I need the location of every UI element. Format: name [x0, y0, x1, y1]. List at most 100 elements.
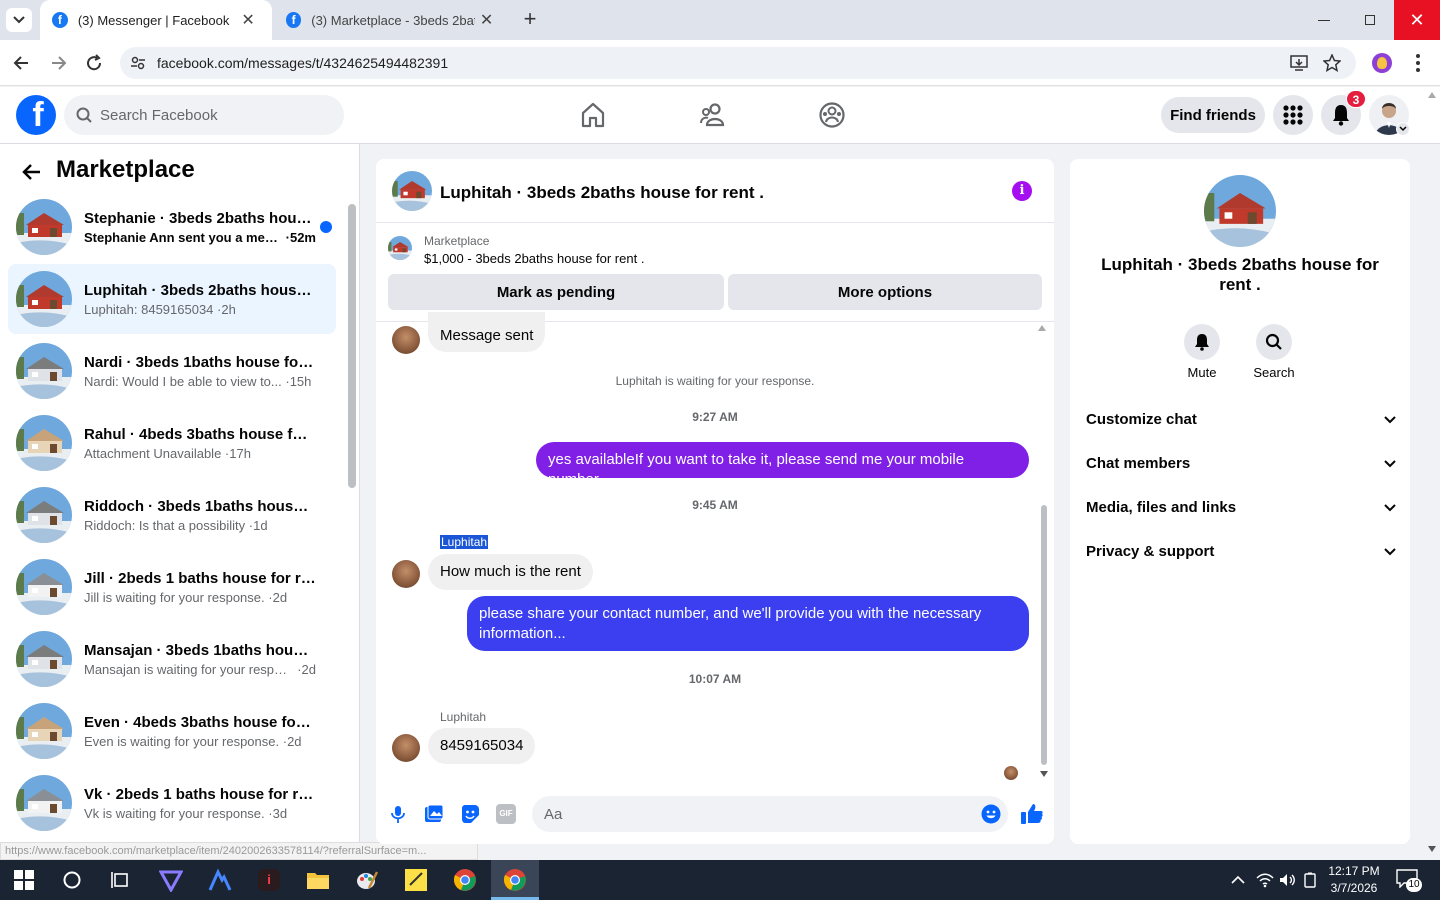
conversation-scrollbar[interactable]: [348, 204, 356, 488]
bookmark-star-icon[interactable]: [1323, 54, 1341, 72]
account-chevron-icon[interactable]: [1396, 122, 1410, 136]
message-bubble[interactable]: 8459165034: [428, 728, 536, 764]
customize-chat-section[interactable]: Customize chat: [1086, 411, 1396, 428]
close-tab-icon[interactable]: ✕: [475, 10, 498, 30]
taskbar-app-vpn[interactable]: [157, 866, 185, 894]
close-window-button[interactable]: ✕: [1394, 0, 1440, 40]
taskbar-app-paint[interactable]: [353, 866, 381, 894]
taskbar-file-explorer[interactable]: [304, 866, 332, 894]
tab-search-button[interactable]: [6, 8, 32, 32]
details-title: Luphitah · 3beds 2baths house for rent .: [1101, 255, 1379, 294]
find-friends-button[interactable]: Find friends: [1161, 97, 1265, 133]
back-arrow-icon: [13, 56, 28, 70]
sender-avatar[interactable]: [392, 326, 420, 354]
message-bubble[interactable]: How much is the rent: [428, 554, 593, 590]
friends-nav-button[interactable]: [698, 100, 728, 130]
privacy-support-section[interactable]: Privacy & support: [1086, 543, 1396, 560]
restore-button[interactable]: [1358, 10, 1382, 30]
close-tab-icon[interactable]: ✕: [236, 10, 260, 30]
install-app-icon[interactable]: [1290, 54, 1308, 72]
conversation-item[interactable]: Rahul · 4beds 3baths house for rent . Att…: [8, 408, 336, 478]
task-view-button[interactable]: [106, 866, 134, 894]
home-nav-button[interactable]: [578, 100, 608, 130]
taskbar-app-red[interactable]: i: [255, 866, 283, 894]
notification-count: 3: [1352, 93, 1360, 107]
menu-button[interactable]: [1273, 95, 1313, 135]
conversation-item[interactable]: Mansajan · 3beds 1baths house for rent .…: [8, 624, 336, 694]
details-avatar[interactable]: [1204, 175, 1276, 247]
tab-messenger[interactable]: f (3) Messenger | Facebook ✕: [40, 0, 272, 40]
message-input[interactable]: Aa: [532, 796, 1008, 832]
listing-summary[interactable]: $1,000 - 3beds 2baths house for rent .: [424, 251, 644, 266]
send-like-button[interactable]: [1020, 802, 1044, 826]
emoji-button[interactable]: [981, 804, 1001, 824]
sender-name-label: Luphitah: [440, 535, 489, 549]
taskbar-chrome-2-active[interactable]: [491, 860, 539, 900]
sticker-button[interactable]: [460, 804, 480, 824]
facebook-logo[interactable]: f: [16, 95, 56, 135]
chat-scrollbar[interactable]: [1041, 505, 1047, 765]
mute-button[interactable]: [1184, 324, 1220, 360]
profile-avatar[interactable]: [1372, 53, 1392, 73]
wifi-icon[interactable]: [1256, 872, 1274, 888]
sender-avatar[interactable]: [392, 560, 420, 588]
message-bubble-outgoing[interactable]: please share your contact number, and we…: [467, 596, 1029, 651]
notification-center-button[interactable]: 10: [1396, 868, 1424, 892]
media-files-links-section[interactable]: Media, files and links: [1086, 499, 1396, 516]
search-icon: [1265, 333, 1282, 350]
back-button[interactable]: [20, 160, 44, 184]
chat-avatar[interactable]: [392, 171, 432, 211]
start-button[interactable]: [10, 866, 38, 894]
taskbar-search-button[interactable]: [58, 866, 86, 894]
chat-members-section[interactable]: Chat members: [1086, 455, 1396, 472]
groups-nav-button[interactable]: [817, 100, 847, 130]
search-conversation-button[interactable]: [1256, 324, 1292, 360]
new-tab-button[interactable]: +: [518, 8, 542, 32]
site-info-icon[interactable]: [130, 55, 146, 71]
message-bubble-outgoing[interactable]: yes availableIf you want to take it, ple…: [536, 442, 1029, 488]
chat-title[interactable]: Luphitah · 3beds 2baths house for rent .: [440, 183, 764, 203]
conversation-item[interactable]: Jill · 2beds 1 baths house for rent . Jil…: [8, 552, 336, 622]
facebook-search-input[interactable]: Search Facebook: [64, 95, 344, 135]
taskbar-chrome-1[interactable]: [451, 866, 479, 894]
url-text[interactable]: facebook.com/messages/t/4324625494482391: [157, 55, 448, 71]
sender-avatar[interactable]: [392, 734, 420, 762]
reload-button[interactable]: [82, 52, 106, 74]
minimize-button[interactable]: [1312, 10, 1336, 30]
clock-date[interactable]: 3/7/2026: [1326, 881, 1382, 895]
conversation-item[interactable]: Luphitah · 3beds 2baths house for rent .…: [8, 264, 336, 334]
page-scroll-down-icon[interactable]: [1428, 846, 1436, 852]
notif-count: 10: [1408, 879, 1420, 890]
tab-marketplace[interactable]: f (3) Marketplace - 3beds 2baths ✕: [278, 0, 506, 40]
chat-scroll-up-icon[interactable]: [1038, 325, 1046, 331]
conversation-item[interactable]: Riddoch · 3beds 1baths house for rent . R…: [8, 480, 336, 550]
conversation-item[interactable]: Even · 4beds 3baths house for rent . Even…: [8, 696, 336, 766]
conversation-item[interactable]: Stephanie · 3beds 2baths house for rent …: [8, 192, 336, 262]
page-scroll-up-icon[interactable]: [1428, 92, 1436, 98]
more-options-label: More options: [837, 283, 933, 301]
listing-source: Marketplace: [424, 234, 490, 248]
battery-icon[interactable]: [1302, 872, 1318, 888]
browser-menu-icon[interactable]: [1410, 52, 1426, 74]
tray-overflow-icon[interactable]: [1230, 872, 1246, 888]
conversation-title: Stephanie · 3beds 2baths house for rent …: [84, 209, 316, 227]
volume-icon[interactable]: [1278, 872, 1296, 888]
chat-scroll-down-icon[interactable]: [1040, 771, 1048, 777]
forward-button[interactable]: [46, 52, 70, 74]
url-box[interactable]: facebook.com/messages/t/4324625494482391: [120, 47, 1356, 79]
back-button[interactable]: [10, 52, 34, 74]
taskbar-app-nord[interactable]: [206, 866, 234, 894]
more-options-button[interactable]: More options: [728, 274, 1042, 310]
mark-as-pending-button[interactable]: Mark as pending: [388, 274, 724, 310]
clock-time[interactable]: 12:17 PM: [1326, 864, 1382, 878]
taskbar-sticky-notes[interactable]: [402, 866, 430, 894]
gif-button[interactable]: GIF: [496, 804, 516, 824]
panel-title: Marketplace: [56, 156, 195, 183]
conversation-item[interactable]: Vk · 2beds 1 baths house for rent . Vk is…: [8, 768, 336, 838]
voice-clip-button[interactable]: [388, 804, 408, 824]
attach-photo-button[interactable]: [424, 804, 444, 824]
conversation-info-button[interactable]: i: [1012, 181, 1032, 201]
conversation-item[interactable]: Nardi · 3beds 1baths house for rent . Nar…: [8, 336, 336, 406]
listing-thumbnail[interactable]: [388, 236, 412, 260]
message-bubble[interactable]: Message sent: [428, 312, 546, 352]
